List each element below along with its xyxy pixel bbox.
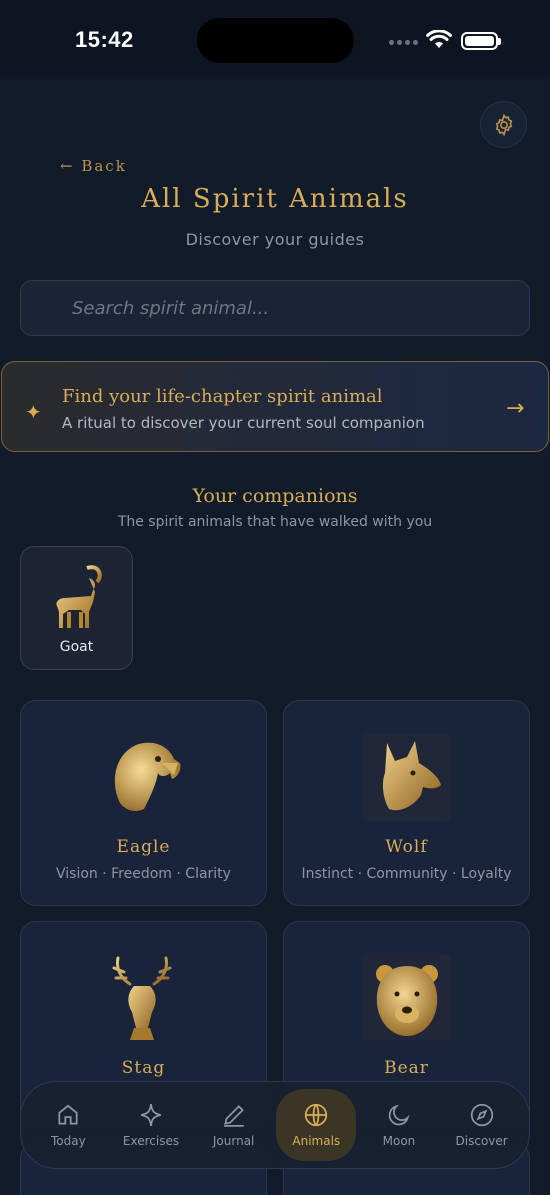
signal-icon xyxy=(389,40,418,45)
globe-icon xyxy=(305,1103,328,1127)
wolf-image xyxy=(363,733,451,821)
gear-icon xyxy=(495,113,512,136)
home-icon xyxy=(58,1104,78,1125)
goat-image xyxy=(56,565,102,628)
tab-journal[interactable]: Journal xyxy=(194,1089,274,1161)
dynamic-island xyxy=(197,18,354,63)
ritual-title: Find your life-chapter spirit animal xyxy=(62,386,383,407)
tab-discover[interactable]: Discover xyxy=(442,1089,522,1161)
companion-name: Goat xyxy=(59,639,94,655)
ritual-subtitle: A ritual to discover your current soul c… xyxy=(62,414,425,432)
page-title: All Spirit Animals xyxy=(141,184,409,214)
sparkle-icon: ✦ xyxy=(25,400,42,424)
compass-icon xyxy=(470,1103,493,1127)
tab-exercises[interactable]: Exercises xyxy=(111,1089,191,1161)
pen-icon xyxy=(223,1105,244,1127)
tab-bar: Today Exercises Journal Animals Moon Dis… xyxy=(20,1081,530,1169)
animal-traits: Vision · Freedom · Clarity xyxy=(56,866,231,882)
battery-icon xyxy=(461,32,501,50)
companions-subtitle: The spirit animals that have walked with… xyxy=(117,514,433,530)
settings-button[interactable] xyxy=(480,101,527,148)
animal-traits: Instinct · Community · Loyalty xyxy=(301,866,512,882)
companions-title: Your companions xyxy=(192,485,358,507)
animal-name: Wolf xyxy=(385,837,428,857)
search-input[interactable] xyxy=(72,297,529,319)
search-bar[interactable] xyxy=(20,280,530,336)
animal-name: Stag xyxy=(121,1058,166,1078)
tab-animals[interactable]: Animals xyxy=(276,1089,357,1161)
moon-icon xyxy=(388,1104,410,1126)
eagle-image xyxy=(114,742,181,811)
back-link[interactable]: ← Back xyxy=(60,157,127,175)
tab-today[interactable]: Today xyxy=(28,1089,108,1161)
animal-name: Eagle xyxy=(116,837,171,857)
tab-moon[interactable]: Moon xyxy=(359,1089,439,1161)
wifi-icon xyxy=(426,30,452,48)
tab-label: Animals xyxy=(292,1134,341,1148)
tab-label: Moon xyxy=(382,1134,416,1148)
tab-label: Today xyxy=(50,1134,86,1148)
arrow-right-icon: → xyxy=(506,396,525,421)
bear-image xyxy=(363,954,451,1042)
animal-card-eagle[interactable]: Eagle Vision · Freedom · Clarity xyxy=(20,700,267,906)
sparkle-icon xyxy=(141,1104,161,1126)
status-bar: 15:42 xyxy=(0,0,550,78)
companion-card-goat[interactable]: Goat xyxy=(20,546,133,670)
tab-label: Journal xyxy=(212,1134,255,1148)
status-time: 15:42 xyxy=(75,27,134,52)
stag-image xyxy=(112,956,172,1040)
tab-label: Exercises xyxy=(122,1134,180,1148)
animal-card-wolf[interactable]: Wolf Instinct · Community · Loyalty xyxy=(283,700,530,906)
ritual-banner[interactable]: ✦ Find your life-chapter spirit animal A… xyxy=(1,361,549,452)
animal-name: Bear xyxy=(384,1058,429,1078)
tab-label: Discover xyxy=(455,1134,508,1148)
page-subtitle: Discover your guides xyxy=(185,230,365,249)
